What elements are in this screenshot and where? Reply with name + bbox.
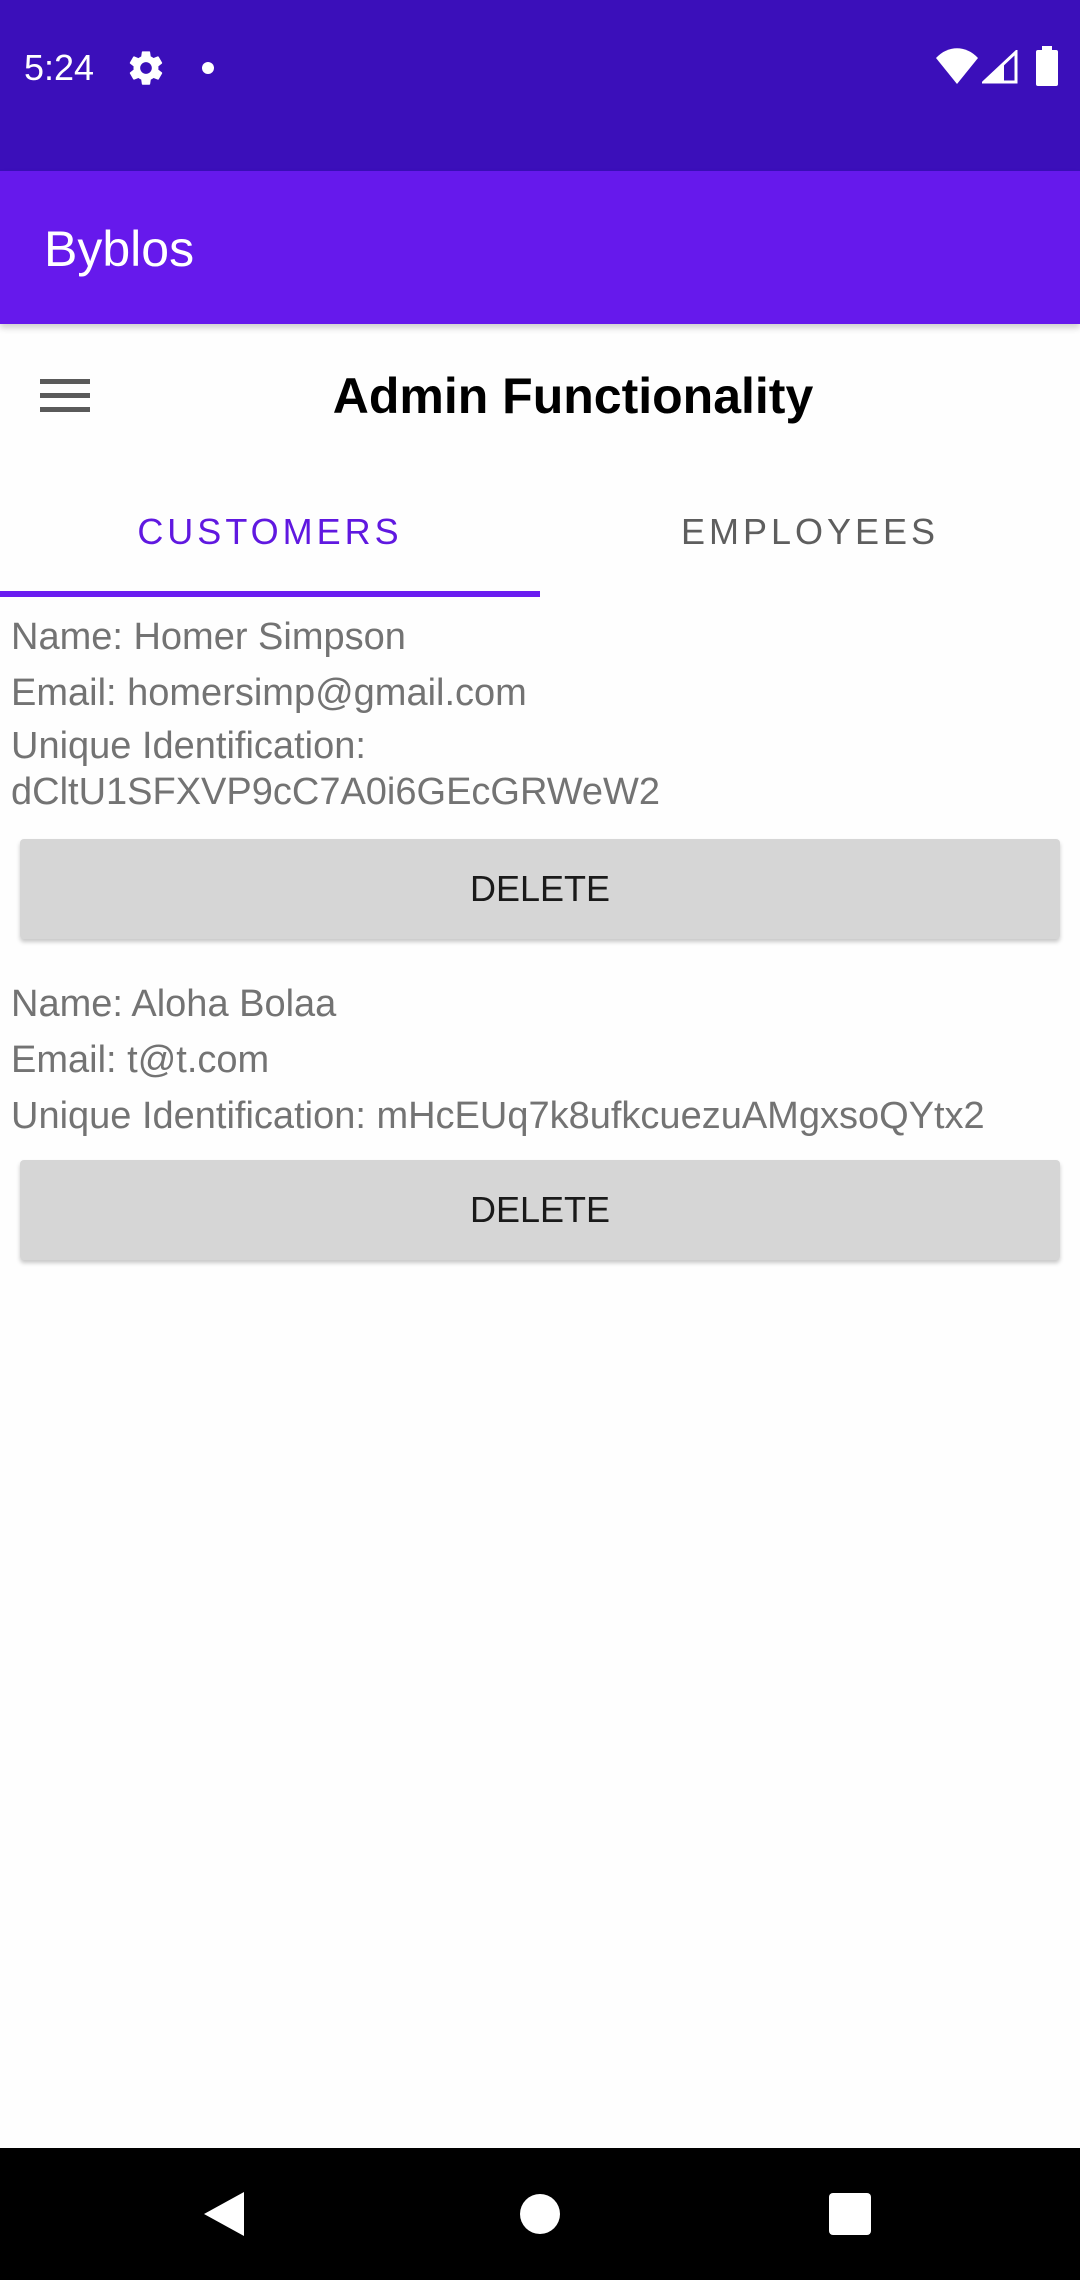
tab-employees[interactable]: EMPLOYEES [540, 470, 1080, 596]
delete-button[interactable]: DELETE [20, 1160, 1060, 1260]
customer-name: Name: Aloha Bolaa [11, 983, 337, 1025]
tab-indicator [0, 591, 540, 597]
navigation-bar [0, 2148, 1080, 2280]
customer-record: Name: Aloha Bolaa Email: t@t.com Unique … [11, 976, 1071, 1144]
status-time: 5:24 [24, 47, 95, 88]
notification-dot-icon [202, 62, 214, 74]
tab-customers[interactable]: CUSTOMERS [0, 470, 540, 596]
home-icon[interactable] [520, 2194, 560, 2234]
customer-record: Name: Homer Simpson Email: homersimp@gma… [11, 609, 1071, 813]
tab-bar: CUSTOMERS EMPLOYEES [0, 470, 1080, 596]
customer-name: Name: Homer Simpson [11, 616, 406, 658]
customer-email: Email: t@t.com [11, 1039, 270, 1081]
customer-id-value: dCltU1SFXVP9cC7A0i6GEcGRWeW2 [11, 771, 661, 813]
customer-id: Unique Identification: mHcEUq7k8ufkcuezu… [11, 1095, 985, 1137]
signal-icon [982, 50, 1018, 84]
back-icon[interactable] [200, 2188, 248, 2240]
wifi-icon [936, 48, 978, 84]
status-bar: 5:24 [0, 0, 1080, 171]
recents-icon[interactable] [829, 2193, 871, 2235]
app-title: Byblos [44, 221, 195, 277]
customer-id-label: Unique Identification: [11, 725, 366, 767]
gear-icon [129, 51, 163, 85]
delete-button[interactable]: DELETE [20, 839, 1060, 939]
battery-icon [1036, 46, 1058, 86]
app-bar: Byblos [0, 171, 1080, 324]
customer-email: Email: homersimp@gmail.com [11, 672, 527, 714]
page-title: Admin Functionality [332, 368, 814, 424]
